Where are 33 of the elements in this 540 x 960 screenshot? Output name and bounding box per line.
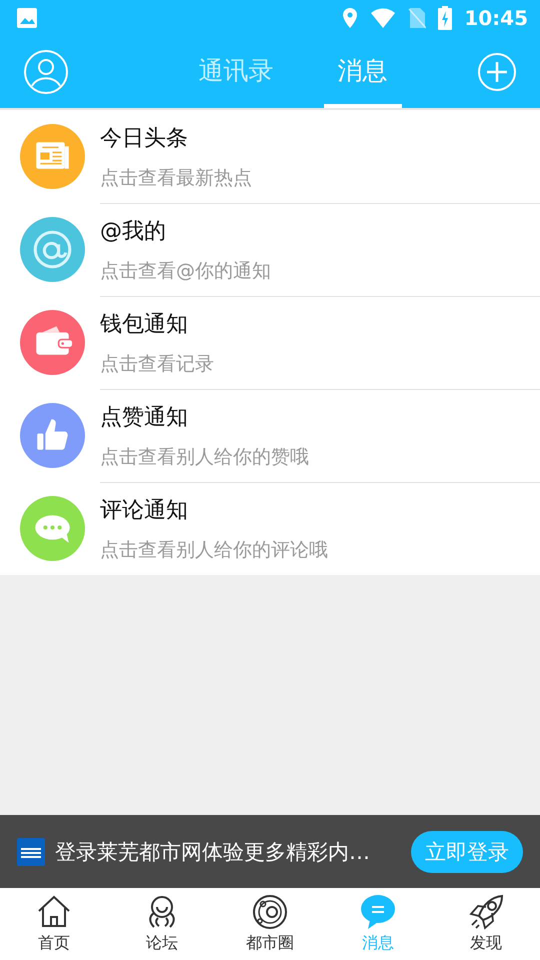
chat-bubble-icon [360, 894, 396, 930]
message-row[interactable]: 今日头条 点击查看最新热点 [0, 110, 540, 203]
avatar-icon[interactable] [24, 50, 68, 94]
message-subtitle: 点击查看记录 [100, 352, 215, 377]
nav-tab[interactable]: 都市圈 [216, 888, 324, 960]
nav-tab[interactable]: 发现 [432, 888, 540, 960]
message-subtitle: 点击查看@你的通知 [100, 259, 272, 284]
message-subtitle: 点击查看最新热点 [100, 166, 253, 190]
message-row[interactable]: 钱包通知 点击查看记录 [0, 296, 540, 389]
wifi-icon [370, 7, 396, 29]
message-title: 钱包通知 [100, 311, 189, 339]
rocket-icon [468, 894, 504, 930]
nav-tab[interactable]: 论坛 [108, 888, 216, 960]
message-row[interactable]: @我的 点击查看@你的通知 [0, 203, 540, 296]
battery-icon [438, 6, 452, 30]
logo-icon [17, 838, 45, 866]
message-title: @我的 [100, 218, 167, 246]
message-title: 评论通知 [100, 497, 189, 525]
image-icon [16, 7, 38, 29]
message-subtitle: 点击查看别人给你的赞哦 [100, 445, 310, 470]
orbit-icon [252, 894, 288, 930]
message-subtitle: 点击查看别人给你的评论哦 [100, 538, 329, 563]
home-icon [36, 894, 72, 930]
message-row[interactable]: 评论通知 点击查看别人给你的评论哦 [0, 482, 540, 575]
message-title: 点赞通知 [100, 404, 189, 432]
location-icon [342, 7, 358, 29]
add-icon[interactable] [478, 53, 516, 91]
clock-time: 10:45 [464, 6, 528, 30]
message-title: 今日头条 [100, 124, 189, 152]
nav-tab[interactable]: 首页 [0, 888, 108, 960]
message-row[interactable]: 点赞通知 点击查看别人给你的赞哦 [0, 389, 540, 482]
banner-text: 登录莱芜都市网体验更多精彩内… [55, 838, 371, 866]
no-sim-icon [408, 7, 426, 29]
